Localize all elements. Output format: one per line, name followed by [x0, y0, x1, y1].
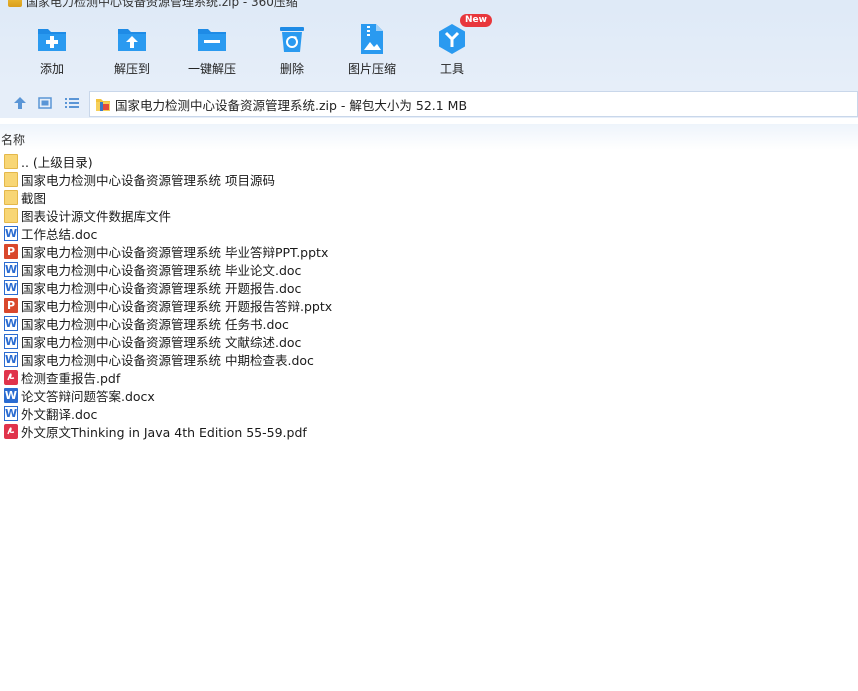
- file-row[interactable]: W 国家电力检测中心设备资源管理系统 任务书.doc: [0, 314, 858, 332]
- pdf-icon: [4, 423, 18, 439]
- delete-icon: [275, 22, 309, 56]
- title-bar: 国家电力检测中心设备资源管理系统.zip - 360压缩: [0, 0, 858, 10]
- file-name: 国家电力检测中心设备资源管理系统 开题报告答辩.pptx: [21, 298, 333, 314]
- image-compress-label: 图片压缩: [347, 62, 396, 76]
- folder-icon: [4, 189, 18, 205]
- folder-icon: [4, 207, 18, 223]
- toolbar: 添加 解压到 一键解压 删除 图片压缩 New 工具: [0, 10, 858, 88]
- column-name-header[interactable]: 名称: [1, 131, 25, 148]
- file-row[interactable]: .. (上级目录): [0, 152, 858, 170]
- thumbnail-view-icon: [38, 97, 52, 109]
- new-badge: New: [460, 14, 492, 27]
- file-row[interactable]: W 国家电力检测中心设备资源管理系统 毕业论文.doc: [0, 260, 858, 278]
- file-row[interactable]: W 国家电力检测中心设备资源管理系统 开题报告.doc: [0, 278, 858, 296]
- file-name: 截图: [21, 190, 47, 206]
- tools-icon: [435, 22, 469, 56]
- file-name: 国家电力检测中心设备资源管理系统 文献综述.doc: [21, 334, 302, 350]
- file-name: .. (上级目录): [21, 154, 93, 170]
- file-row[interactable]: 检测查重报告.pdf: [0, 368, 858, 386]
- file-row[interactable]: P 国家电力检测中心设备资源管理系统 毕业答辩PPT.pptx: [0, 242, 858, 260]
- arrow-up-icon: [14, 97, 26, 109]
- file-name: 外文翻译.doc: [21, 406, 98, 422]
- archive-window: 国家电力检测中心设备资源管理系统.zip - 360压缩 添加 解压到 一键解压…: [0, 0, 858, 691]
- word-document-icon: W: [4, 387, 18, 403]
- file-name: 国家电力检测中心设备资源管理系统 开题报告.doc: [21, 280, 302, 296]
- file-name: 检测查重报告.pdf: [21, 370, 121, 386]
- file-row[interactable]: 国家电力检测中心设备资源管理系统 项目源码: [0, 170, 858, 188]
- one-click-extract-icon: [195, 22, 229, 56]
- window-title: 国家电力检测中心设备资源管理系统.zip - 360压缩: [26, 0, 298, 9]
- file-name: 工作总结.doc: [21, 226, 98, 242]
- file-name: 国家电力检测中心设备资源管理系统 任务书.doc: [21, 316, 289, 332]
- list-view-button[interactable]: [63, 94, 81, 112]
- file-name: 国家电力检测中心设备资源管理系统 项目源码: [21, 172, 275, 188]
- file-row[interactable]: 图表设计源文件数据库文件: [0, 206, 858, 224]
- file-row[interactable]: W 国家电力检测中心设备资源管理系统 文献综述.doc: [0, 332, 858, 350]
- image-compress-button[interactable]: 图片压缩: [332, 22, 412, 84]
- word-document-icon: W: [4, 261, 18, 277]
- app-icon: [8, 0, 22, 7]
- tools-button[interactable]: New 工具: [412, 14, 492, 84]
- file-name: 论文答辩问题答案.docx: [21, 388, 155, 404]
- file-row[interactable]: W 国家电力检测中心设备资源管理系统 中期检查表.doc: [0, 350, 858, 368]
- delete-button[interactable]: 删除: [252, 22, 332, 84]
- add-label: 添加: [39, 62, 64, 76]
- file-list: .. (上级目录) 国家电力检测中心设备资源管理系统 项目源码 截图图表设计源文件数…: [0, 152, 858, 440]
- file-name: 国家电力检测中心设备资源管理系统 毕业论文.doc: [21, 262, 302, 278]
- powerpoint-icon: P: [4, 297, 18, 313]
- file-name: 图表设计源文件数据库文件: [21, 208, 172, 224]
- list-view-icon: [65, 98, 79, 108]
- powerpoint-icon: P: [4, 243, 18, 259]
- word-document-icon: W: [4, 351, 18, 367]
- file-row[interactable]: P 国家电力检测中心设备资源管理系统 开题报告答辩.pptx: [0, 296, 858, 314]
- word-document-icon: W: [4, 333, 18, 349]
- file-name: 国家电力检测中心设备资源管理系统 毕业答辩PPT.pptx: [21, 244, 329, 260]
- word-document-icon: W: [4, 225, 18, 241]
- file-name: 国家电力检测中心设备资源管理系统 中期检查表.doc: [21, 352, 314, 368]
- delete-label: 删除: [279, 62, 304, 76]
- navigation-bar: 国家电力检测中心设备资源管理系统.zip - 解包大小为 52.1 MB: [0, 88, 858, 118]
- image-compress-icon: [355, 22, 389, 56]
- tools-label: 工具: [439, 62, 464, 76]
- word-document-icon: W: [4, 279, 18, 295]
- add-icon: [35, 22, 69, 56]
- file-row[interactable]: W 论文答辩问题答案.docx: [0, 386, 858, 404]
- extract-to-icon: [115, 22, 149, 56]
- file-row[interactable]: 截图: [0, 188, 858, 206]
- zip-archive-icon: [96, 99, 110, 111]
- file-name: 外文原文Thinking in Java 4th Edition 55-59.p…: [21, 424, 307, 440]
- extract-to-button[interactable]: 解压到: [92, 22, 172, 84]
- file-row[interactable]: W 工作总结.doc: [0, 224, 858, 242]
- column-header: 名称: [0, 124, 858, 150]
- pdf-icon: [4, 369, 18, 385]
- address-bar[interactable]: 国家电力检测中心设备资源管理系统.zip - 解包大小为 52.1 MB: [89, 91, 858, 117]
- file-row[interactable]: W 外文翻译.doc: [0, 404, 858, 422]
- folder-icon: [4, 153, 18, 169]
- extract-to-label: 解压到: [113, 62, 150, 76]
- word-document-icon: W: [4, 405, 18, 421]
- up-level-button[interactable]: [11, 94, 29, 112]
- add-button[interactable]: 添加: [12, 22, 92, 84]
- one-click-extract-label: 一键解压: [187, 62, 236, 76]
- archive-path: 国家电力检测中心设备资源管理系统.zip - 解包大小为 52.1 MB: [115, 97, 468, 113]
- folder-icon: [4, 171, 18, 187]
- one-click-extract-button[interactable]: 一键解压: [172, 22, 252, 84]
- file-row[interactable]: 外文原文Thinking in Java 4th Edition 55-59.p…: [0, 422, 858, 440]
- thumbnail-view-button[interactable]: [36, 94, 54, 112]
- word-document-icon: W: [4, 315, 18, 331]
